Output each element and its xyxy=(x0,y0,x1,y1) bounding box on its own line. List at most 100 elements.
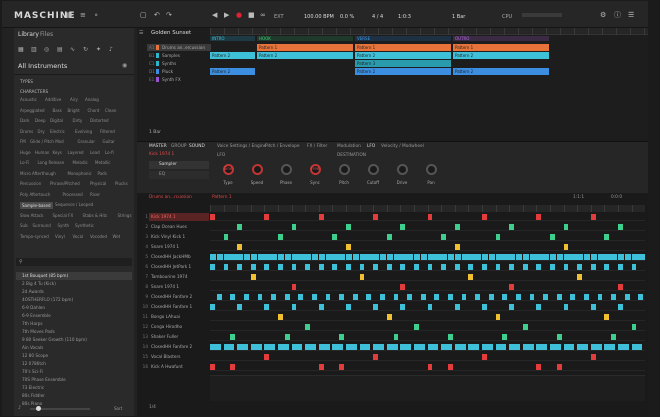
tag-chip[interactable]: Airy xyxy=(70,97,78,102)
clip-pluck-outro[interactable]: Pattern 2 xyxy=(453,68,549,75)
step-note[interactable] xyxy=(604,344,616,350)
step-note[interactable] xyxy=(264,304,270,310)
step-note[interactable] xyxy=(210,304,215,310)
step-note[interactable] xyxy=(563,254,570,260)
subtab-velocity[interactable]: Velocity / Modwheel xyxy=(381,144,424,149)
step-note[interactable] xyxy=(325,294,331,300)
tag-chip[interactable]: Layered xyxy=(68,150,84,155)
tag-chip[interactable]: Bright xyxy=(68,108,80,113)
step-note[interactable] xyxy=(631,264,637,270)
arranger-ruler[interactable] xyxy=(210,28,648,35)
tab-library[interactable]: Library xyxy=(18,31,39,38)
tag-chip[interactable]: Long Release xyxy=(38,160,65,165)
step-note[interactable] xyxy=(441,254,448,260)
step-note[interactable] xyxy=(482,254,489,260)
clip-drums-outro[interactable]: Pattern 1 xyxy=(453,44,549,51)
step-note[interactable] xyxy=(264,344,276,350)
step-note[interactable] xyxy=(386,314,392,320)
result-item[interactable]: 6-9 Ensemble xyxy=(16,312,132,320)
step-note[interactable] xyxy=(237,344,249,350)
step-note[interactable] xyxy=(373,354,378,360)
step-note[interactable] xyxy=(373,264,378,270)
swing-display[interactable]: 0.0 % xyxy=(340,14,354,20)
step-note[interactable] xyxy=(604,234,610,240)
tag-chip[interactable]: Human xyxy=(35,150,49,155)
step-note[interactable] xyxy=(359,264,365,270)
step-note[interactable] xyxy=(271,254,278,260)
step-note[interactable] xyxy=(522,254,530,260)
tag-chip[interactable]: Guitar xyxy=(103,139,115,144)
step-note[interactable] xyxy=(577,264,582,270)
step-note[interactable] xyxy=(298,254,305,260)
step-note[interactable] xyxy=(577,254,584,260)
step-note[interactable] xyxy=(352,294,358,300)
step-note[interactable] xyxy=(210,264,215,270)
section-hook[interactable]: HOOK xyxy=(257,36,353,41)
step-note[interactable] xyxy=(414,254,421,260)
step-note[interactable] xyxy=(597,294,603,300)
grid-icon[interactable]: ▦ xyxy=(18,46,24,53)
step-note[interactable] xyxy=(604,314,610,320)
step-note[interactable] xyxy=(536,304,542,310)
step-note[interactable] xyxy=(550,344,561,350)
search-bar[interactable]: ⚲ xyxy=(16,258,132,266)
tag-chip[interactable]: Dry xyxy=(38,129,45,134)
step-note[interactable] xyxy=(556,254,564,260)
step-note[interactable] xyxy=(577,274,582,280)
clip-samples-outro[interactable]: Pattern 2 xyxy=(453,52,549,59)
step-note[interactable] xyxy=(454,254,462,260)
step-note[interactable] xyxy=(495,314,501,320)
step-note[interactable] xyxy=(284,334,290,340)
speaker-icon[interactable]: ♪ xyxy=(18,405,21,411)
step-note[interactable] xyxy=(536,364,542,370)
tag-chip[interactable]: Dirty xyxy=(73,118,83,123)
knob-pitch[interactable] xyxy=(339,164,350,175)
step-note[interactable] xyxy=(570,294,576,300)
step-note[interactable] xyxy=(339,364,344,370)
result-item[interactable]: 2d Awards xyxy=(16,288,132,296)
step-note[interactable] xyxy=(522,264,528,270)
tag-chip[interactable]: Acoustic xyxy=(20,97,37,102)
step-note[interactable] xyxy=(291,224,297,230)
tag-chip[interactable]: Lo-fi xyxy=(105,150,114,155)
step-note[interactable] xyxy=(346,304,351,310)
step-note[interactable] xyxy=(366,254,373,260)
step-note[interactable] xyxy=(611,254,618,260)
step-note[interactable] xyxy=(250,344,262,350)
step-note[interactable] xyxy=(386,254,394,260)
step-note[interactable] xyxy=(631,324,637,330)
group-name[interactable]: Drums an...rcussion xyxy=(149,195,192,200)
step-note[interactable] xyxy=(305,254,312,260)
step-note[interactable] xyxy=(278,314,283,320)
clip-synths-verse[interactable]: Pattern 3 xyxy=(355,60,451,67)
step-note[interactable] xyxy=(590,304,596,310)
tag-chip[interactable]: Chord xyxy=(88,108,100,113)
step-note[interactable] xyxy=(400,304,406,310)
step-size[interactable]: 1/4 xyxy=(149,405,156,410)
tab-master[interactable]: MASTER xyxy=(149,144,167,149)
step-note[interactable] xyxy=(543,254,550,260)
step-note[interactable] xyxy=(278,234,283,240)
step-note[interactable] xyxy=(590,264,596,270)
settings-icon[interactable]: ⚙ xyxy=(600,12,607,19)
tag-chip[interactable]: Poly Aftertouch xyxy=(20,192,50,197)
step-note[interactable] xyxy=(291,284,297,290)
track-row[interactable]: C1 Synths xyxy=(147,60,211,67)
types-header[interactable]: TYPES xyxy=(20,79,33,84)
step-note[interactable] xyxy=(638,294,644,300)
step-note[interactable] xyxy=(223,254,230,260)
step-note[interactable] xyxy=(346,344,357,350)
section-intro[interactable]: INTRO xyxy=(210,36,255,41)
step-note[interactable] xyxy=(359,254,366,260)
step-note[interactable] xyxy=(237,304,242,310)
tab-sound[interactable]: SOUND xyxy=(189,144,205,149)
step-note[interactable] xyxy=(305,344,317,350)
tag-chip[interactable]: Synthetic xyxy=(75,223,94,228)
clip-samples-verse[interactable]: Pattern 2 xyxy=(355,52,451,59)
tag-chip[interactable]: Physical xyxy=(90,181,106,186)
step-note[interactable] xyxy=(291,254,298,260)
step-note[interactable] xyxy=(366,294,372,300)
characters-header[interactable]: CHARACTERS xyxy=(20,89,48,94)
tag-chip[interactable]: Melodic xyxy=(73,160,88,165)
track-row[interactable]: D1 Pluck xyxy=(147,68,211,75)
